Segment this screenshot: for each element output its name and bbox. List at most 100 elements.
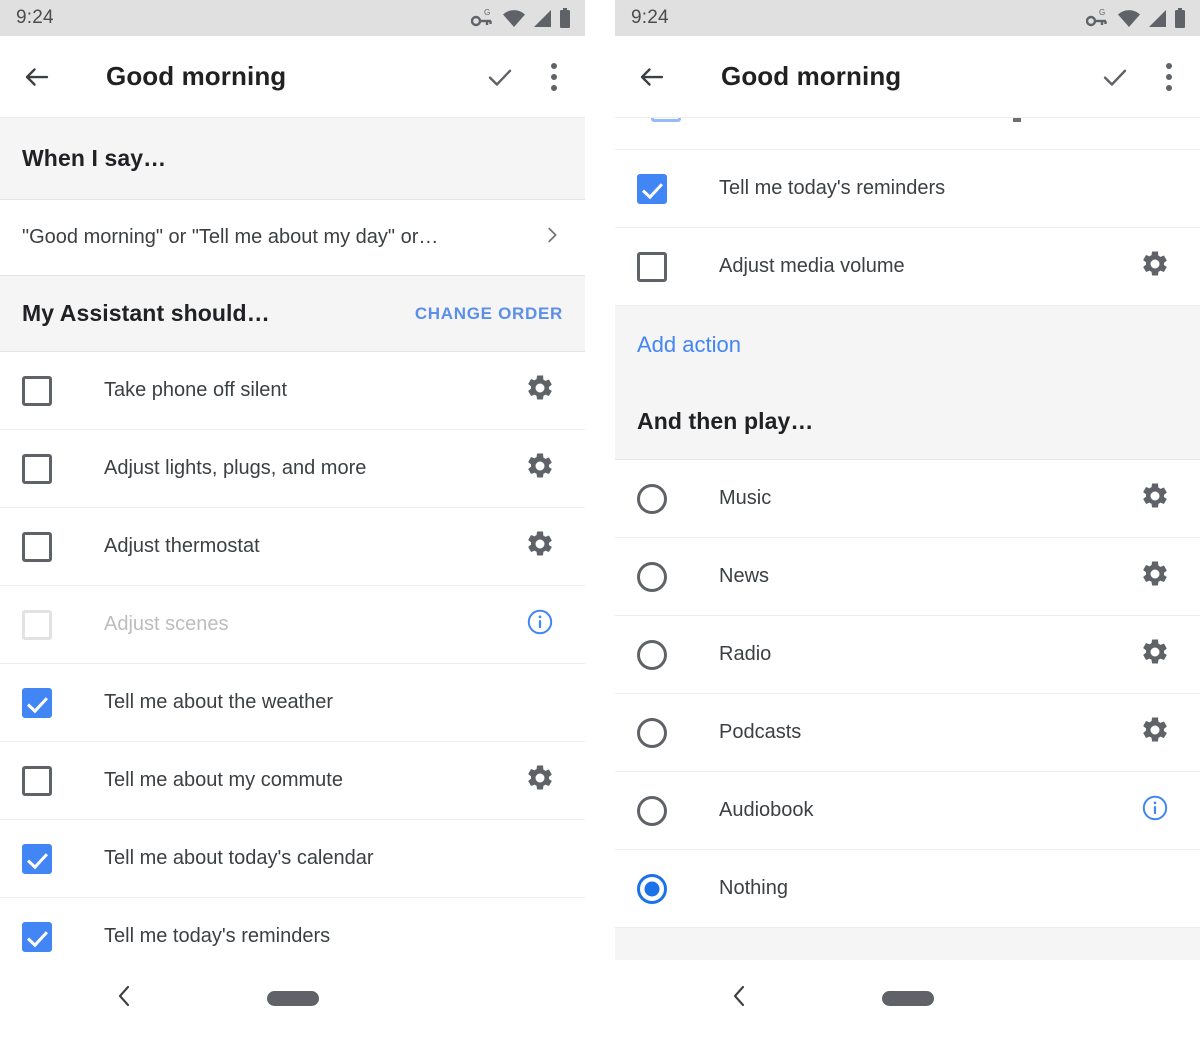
row-trailing-action[interactable]	[517, 451, 563, 486]
gear-icon[interactable]	[1140, 481, 1170, 516]
system-nav-bar	[0, 960, 585, 1037]
table-row[interactable]: Music	[615, 460, 1200, 538]
table-row[interactable]: Podcasts	[615, 694, 1200, 772]
radio-selected[interactable]	[637, 873, 695, 904]
section-title: And then play…	[637, 408, 814, 434]
list-item-label: Tell me about today's calendar	[104, 847, 374, 869]
app-bar-actions	[1100, 59, 1180, 95]
checkbox-unchecked[interactable]	[22, 609, 80, 640]
app-bar-actions	[485, 59, 565, 95]
change-order-button[interactable]: CHANGE ORDER	[415, 304, 563, 324]
more-vertical-icon[interactable]	[543, 59, 565, 95]
row-trailing-action[interactable]	[1132, 794, 1178, 827]
table-row[interactable]: Adjust thermostat	[0, 508, 585, 586]
checkbox-unchecked[interactable]	[22, 765, 80, 796]
wifi-icon	[502, 9, 526, 28]
radio-unselected[interactable]	[637, 639, 695, 670]
svg-text:G: G	[484, 8, 490, 17]
system-nav-bar	[615, 960, 1200, 1037]
wifi-icon	[1117, 9, 1141, 28]
checkbox-checked[interactable]	[22, 843, 80, 874]
check-icon[interactable]	[1100, 62, 1130, 92]
list-item-label: Adjust thermostat	[104, 535, 260, 557]
checkbox-partial	[651, 118, 681, 122]
back-arrow-icon[interactable]	[22, 62, 68, 92]
table-row[interactable]: Nothing	[615, 850, 1200, 928]
checkbox-checked[interactable]	[22, 921, 80, 952]
row-trailing-action[interactable]	[1132, 637, 1178, 672]
gear-icon[interactable]	[525, 373, 555, 408]
row-trailing-action[interactable]	[1132, 249, 1178, 284]
radio-unselected[interactable]	[637, 795, 695, 826]
gear-icon[interactable]	[1140, 637, 1170, 672]
signal-icon	[1148, 9, 1167, 28]
gear-icon[interactable]	[525, 529, 555, 564]
radio-unselected[interactable]	[637, 483, 695, 514]
home-pill[interactable]	[881, 991, 934, 1006]
radio-unselected[interactable]	[637, 717, 695, 748]
check-icon[interactable]	[485, 62, 515, 92]
add-action-button[interactable]: Add action	[615, 306, 1200, 384]
row-trailing-action[interactable]	[1132, 715, 1178, 750]
row-trailing-action[interactable]	[1132, 559, 1178, 594]
page-title: Good morning	[721, 61, 902, 91]
dual-screenshot-container: 9:24 G Good morning When I say… "Good mo…	[0, 0, 1200, 1037]
row-trailing-action[interactable]	[517, 529, 563, 564]
nav-back-icon[interactable]	[115, 983, 135, 1014]
app-bar: Good morning	[0, 36, 585, 118]
list-item-label: Tell me about my commute	[104, 769, 343, 791]
gear-icon[interactable]	[1140, 249, 1170, 284]
table-row[interactable]: Take phone off silent	[0, 352, 585, 430]
row-trailing-action[interactable]	[1132, 481, 1178, 516]
status-bar: 9:24 G	[0, 0, 585, 36]
info-icon[interactable]	[526, 608, 554, 641]
vpn-key-icon: G	[1086, 8, 1110, 28]
gear-icon[interactable]	[1140, 715, 1170, 750]
gear-icon[interactable]	[525, 763, 555, 798]
table-row[interactable]: Tell me about my commute	[0, 742, 585, 820]
row-partial-artifact	[1013, 118, 1021, 122]
checkbox-unchecked[interactable]	[637, 251, 695, 282]
list-item-label: Tell me today's reminders	[719, 177, 946, 199]
row-trailing-action[interactable]	[517, 608, 563, 641]
right-phone-screen: 9:24 G Good morning Tell me today's remi…	[615, 0, 1200, 1037]
left-phone-screen: 9:24 G Good morning When I say… "Good mo…	[0, 0, 585, 1037]
checkbox-unchecked[interactable]	[22, 453, 80, 484]
row-trailing-action[interactable]	[517, 373, 563, 408]
table-row[interactable]: Adjust lights, plugs, and more	[0, 430, 585, 508]
partially-scrolled-row[interactable]	[615, 118, 1200, 150]
list-item-label: Take phone off silent	[104, 379, 288, 401]
app-bar: Good morning	[615, 36, 1200, 118]
table-row[interactable]: News	[615, 538, 1200, 616]
table-row[interactable]: Tell me about today's calendar	[0, 820, 585, 898]
table-row[interactable]: Adjust scenes	[0, 586, 585, 664]
table-row[interactable]: Adjust media volume	[615, 228, 1200, 306]
checkbox-checked[interactable]	[637, 173, 695, 204]
nav-back-icon[interactable]	[730, 983, 750, 1014]
list-footer-spacer	[615, 928, 1200, 960]
info-icon[interactable]	[1141, 794, 1169, 827]
gear-icon[interactable]	[1140, 559, 1170, 594]
list-item-label: Adjust lights, plugs, and more	[104, 457, 367, 479]
list-item-label: Adjust media volume	[719, 255, 905, 277]
gear-icon[interactable]	[525, 451, 555, 486]
list-item-label: Podcasts	[719, 721, 802, 743]
checkbox-unchecked[interactable]	[22, 531, 80, 562]
section-header-when-i-say: When I say…	[0, 118, 585, 200]
battery-icon	[1174, 7, 1186, 29]
home-pill[interactable]	[266, 991, 319, 1006]
table-row[interactable]: Audiobook	[615, 772, 1200, 850]
radio-unselected[interactable]	[637, 561, 695, 592]
table-row[interactable]: Radio	[615, 616, 1200, 694]
trigger-phrase-row[interactable]: "Good morning" or "Tell me about my day"…	[0, 200, 585, 276]
section-header-and-then-play: And then play…	[615, 384, 1200, 460]
back-arrow-icon[interactable]	[637, 62, 683, 92]
table-row[interactable]: Tell me today's reminders	[615, 150, 1200, 228]
row-trailing-action[interactable]	[517, 763, 563, 798]
page-title: Good morning	[106, 61, 287, 91]
status-bar: 9:24 G	[615, 0, 1200, 36]
checkbox-unchecked[interactable]	[22, 375, 80, 406]
table-row[interactable]: Tell me about the weather	[0, 664, 585, 742]
checkbox-checked[interactable]	[22, 687, 80, 718]
more-vertical-icon[interactable]	[1158, 59, 1180, 95]
